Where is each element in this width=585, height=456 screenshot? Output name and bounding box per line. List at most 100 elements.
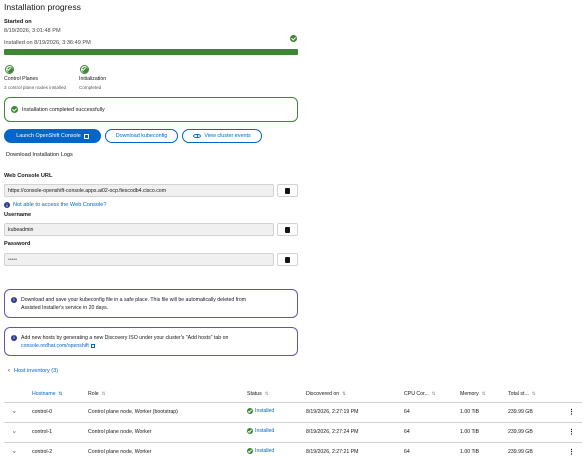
step-control-planes-title: Control Planes: [4, 76, 39, 82]
role-cell: Control plane node, Worker (bootstrap): [88, 402, 247, 423]
launch-console-label: Launch OpenShift Console: [16, 133, 81, 139]
storage-cell: 239.99 GB: [508, 422, 568, 443]
status-cell[interactable]: Installed: [247, 428, 274, 434]
role-cell: Control plane node, Worker: [88, 422, 247, 443]
sort-icon: ⇅: [264, 390, 269, 396]
memory-cell: 1.00 TiB: [460, 442, 508, 456]
status-label: Installed: [255, 448, 275, 454]
download-installation-logs-link[interactable]: Download Installation Logs: [6, 152, 73, 158]
info-icon: i: [11, 335, 17, 341]
view-cluster-events-button[interactable]: View cluster events: [182, 129, 262, 143]
external-link-icon: [83, 133, 89, 139]
copy-password-button[interactable]: [277, 253, 298, 266]
kebab-icon[interactable]: ⋮: [568, 409, 575, 416]
kubeconfig-alert-line2: Assisted Installer's service in 20 days.: [21, 305, 109, 311]
hostname-header-label: Hostname: [32, 390, 56, 397]
column-header-storage[interactable]: Total st... ⇅: [508, 386, 568, 403]
password-value: •••••: [8, 256, 18, 263]
table-row: ‹ control-1 Control plane node, Worker I…: [4, 422, 582, 443]
status-cell[interactable]: Installed: [247, 448, 274, 454]
cpu-cell: 64: [404, 402, 460, 423]
hostname-cell: control-1: [32, 422, 88, 443]
web-console-help: i Not able to access the Web Console?: [4, 202, 107, 208]
console-redhat-link[interactable]: console.redhat.com/openshift: [21, 342, 89, 350]
column-header-status[interactable]: Status ⇅: [247, 386, 306, 403]
hostname-cell: control-0: [32, 402, 88, 423]
status-cell[interactable]: Installed: [247, 408, 274, 414]
column-header-role[interactable]: Role ⇅: [88, 386, 247, 403]
status-header-label: Status: [247, 390, 262, 397]
add-hosts-info-alert: i Add new hosts by generating a new Disc…: [4, 327, 298, 356]
caret-icon: ‹: [8, 368, 10, 374]
username-field[interactable]: kubeadmin: [4, 223, 274, 236]
password-field[interactable]: •••••: [4, 253, 274, 266]
info-icon: i: [11, 297, 17, 303]
check-circle-icon: [247, 408, 253, 414]
column-header-cpu[interactable]: CPU Cor... ⇅: [404, 386, 460, 403]
expand-row-toggle[interactable]: ‹: [12, 431, 18, 433]
table-row: ‹ control-2 Control plane node, Worker I…: [4, 442, 582, 456]
add-hosts-alert-line1: Add new hosts by generating a new Discov…: [21, 335, 229, 341]
web-console-label: Web Console URL: [4, 173, 53, 179]
check-circle-icon: [80, 65, 89, 74]
check-circle-icon: [11, 106, 18, 113]
username-value: kubeadmin: [8, 226, 34, 233]
check-circle-icon: [247, 428, 253, 434]
success-alert: Installation completed successfully: [4, 97, 298, 122]
expand-row-toggle[interactable]: ‹: [12, 451, 18, 453]
discovered-cell: 8/19/2026, 2:27:19 PM: [306, 402, 404, 423]
column-header-discovered[interactable]: Discovered on ⇅: [306, 386, 404, 403]
sort-icon: ⇅: [531, 390, 536, 396]
kebab-icon[interactable]: ⋮: [568, 449, 575, 456]
copy-icon: [285, 187, 290, 194]
step-initialization-subtitle: Completed: [79, 85, 102, 90]
view-cluster-events-label: View cluster events: [204, 133, 251, 139]
info-icon: i: [4, 202, 10, 208]
download-kubeconfig-label: Download kubeconfig: [115, 133, 168, 139]
status-label: Installed: [255, 428, 275, 434]
cpu-cell: 64: [404, 422, 460, 443]
copy-icon: [285, 256, 290, 263]
sort-icon: ⇅: [101, 390, 106, 396]
web-console-url-field[interactable]: https://console-openshift-console.apps.a…: [4, 184, 274, 197]
hosts-table: Hostname ⇅ Role ⇅ Status ⇅ Discovered on ⇅ C…: [4, 386, 582, 456]
column-header-memory[interactable]: Memory ⇅: [460, 386, 508, 403]
sort-icon: ⇅: [342, 390, 347, 396]
installed-on-text: Installed on 8/19/2026, 3:36:49 PM: [4, 40, 91, 46]
started-value: 8/19/2026, 3:01:48 PM: [4, 28, 61, 34]
storage-cell: 239.99 GB: [508, 442, 568, 456]
role-cell: Control plane node, Worker: [88, 442, 247, 456]
eye-icon: [193, 133, 202, 139]
step-initialization-title: Initialization: [79, 76, 107, 82]
host-inventory-toggle[interactable]: ‹ Host inventory (3): [8, 368, 58, 374]
kebab-icon[interactable]: ⋮: [568, 429, 575, 436]
discovered-header-label: Discovered on: [306, 390, 340, 397]
web-console-help-link[interactable]: Not able to access the Web Console?: [13, 202, 107, 208]
table-row: ‹ control-0 Control plane node, Worker (…: [4, 402, 582, 423]
cpu-header-label: CPU Cor...: [404, 390, 429, 397]
password-label: Password: [4, 241, 31, 247]
status-label: Installed: [255, 408, 275, 414]
kubeconfig-info-alert: i Download and save your kubeconfig file…: [4, 289, 298, 318]
memory-header-label: Memory: [460, 390, 479, 397]
web-console-url-value: https://console-openshift-console.apps.a…: [8, 187, 167, 194]
storage-cell: 239.99 GB: [508, 402, 568, 423]
table-header-row: Hostname ⇅ Role ⇅ Status ⇅ Discovered on ⇅ C…: [4, 386, 582, 403]
sort-icon: ⇅: [58, 390, 63, 396]
launch-console-button[interactable]: Launch OpenShift Console: [4, 129, 101, 143]
expand-row-toggle[interactable]: ‹: [12, 411, 18, 413]
column-header-hostname[interactable]: Hostname ⇅: [32, 386, 88, 403]
download-kubeconfig-button[interactable]: Download kubeconfig: [105, 129, 178, 143]
hostname-cell: control-2: [32, 442, 88, 456]
started-label: Started on: [4, 19, 32, 25]
copy-username-button[interactable]: [277, 223, 298, 236]
installation-progress-bar: [4, 49, 298, 55]
expand-column-header: [4, 386, 32, 403]
copy-url-button[interactable]: [277, 184, 298, 197]
check-circle-icon: [247, 448, 253, 454]
success-alert-text: Installation completed successfully: [22, 106, 105, 113]
memory-cell: 1.00 TiB: [460, 402, 508, 423]
cpu-cell: 64: [404, 442, 460, 456]
sort-icon: ⇅: [431, 390, 436, 396]
role-header-label: Role: [88, 390, 99, 397]
